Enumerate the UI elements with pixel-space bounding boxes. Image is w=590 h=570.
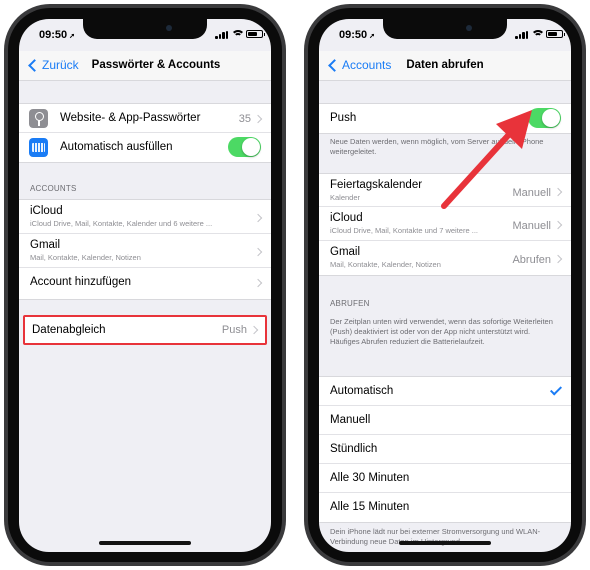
account-name: Feiertagskalender — [330, 179, 423, 191]
chevron-right-icon — [249, 325, 259, 335]
account-row-icloud[interactable]: iCloud iCloud Drive, Mail, Kontakte und … — [319, 207, 571, 241]
checkmark-icon — [549, 383, 563, 396]
home-indicator — [99, 541, 191, 545]
wifi-icon — [232, 29, 244, 39]
page-title: Passwörter & Accounts — [91, 59, 221, 71]
password-count: 35 — [238, 113, 251, 125]
fetch-mode-value: Manuell — [512, 220, 551, 232]
accounts-group: iCloud iCloud Drive, Mail, Kontakte, Kal… — [19, 199, 271, 300]
account-row-gmail[interactable]: Gmail Mail, Kontakte, Kalender, Notizen … — [319, 241, 571, 275]
push-footnote: Neue Daten werden, wenn möglich, vom Ser… — [330, 137, 544, 156]
account-row-holidays[interactable]: Feiertagskalender Kalender Manuell — [319, 174, 571, 207]
status-time: 09:50 ➚ — [39, 29, 76, 41]
fetch-section-header: ABRUFEN — [330, 299, 370, 308]
fetch-mode-value: Abrufen — [512, 254, 551, 266]
chevron-right-icon — [253, 213, 263, 223]
schedule-option-15min[interactable]: Alle 15 Minuten — [319, 493, 571, 522]
location-arrow-icon: ➚ — [69, 33, 76, 40]
schedule-group: Automatisch Manuell Stündlich Alle 30 Mi… — [319, 376, 571, 523]
signal-icon — [515, 31, 529, 39]
row-label: Automatisch ausfüllen — [60, 141, 173, 153]
option-label: Manuell — [330, 414, 371, 426]
fetch-mode-value: Manuell — [512, 187, 551, 199]
phone-left: 09:50 ➚ Zurück Passwörter & Accounts Webs… — [4, 4, 286, 566]
camera-icon — [166, 25, 172, 31]
location-arrow-icon: ➚ — [369, 33, 376, 40]
option-label: Alle 15 Minuten — [330, 501, 410, 513]
option-label: Alle 30 Minuten — [330, 472, 410, 484]
status-time: 09:50 ➚ — [339, 29, 376, 41]
schedule-option-hourly[interactable]: Stündlich — [319, 435, 571, 464]
accounts-group: Feiertagskalender Kalender Manuell iClou… — [319, 173, 571, 276]
keyboard-icon — [29, 138, 48, 157]
battery-icon — [546, 30, 565, 38]
row-label: Website- & App-Passwörter — [60, 112, 201, 124]
push-toggle[interactable] — [528, 108, 561, 128]
accounts-section-header: ACCOUNTS — [30, 184, 77, 193]
row-website-app-passwords[interactable]: Website- & App-Passwörter 35 — [19, 104, 271, 133]
schedule-option-automatic[interactable]: Automatisch — [319, 377, 571, 406]
key-icon — [29, 109, 48, 128]
signal-icon — [215, 31, 229, 39]
home-indicator — [399, 541, 491, 545]
option-label: Automatisch — [330, 385, 394, 397]
schedule-option-manual[interactable]: Manuell — [319, 406, 571, 435]
account-services: iCloud Drive, Mail, Kontakte und 7 weite… — [330, 226, 478, 235]
chevron-right-icon — [553, 254, 563, 264]
account-name: Gmail — [330, 246, 361, 258]
chevron-right-icon — [553, 187, 563, 197]
account-services: Kalender — [330, 193, 361, 202]
schedule-option-30min[interactable]: Alle 30 Minuten — [319, 464, 571, 493]
page-title: Daten abrufen — [406, 59, 484, 71]
nav-bar: Accounts Daten abrufen — [319, 51, 571, 81]
camera-icon — [466, 25, 472, 31]
screen-passwords-accounts: 09:50 ➚ Zurück Passwörter & Accounts Webs… — [19, 19, 271, 552]
account-row-icloud[interactable]: iCloud iCloud Drive, Mail, Kontakte, Kal… — [19, 200, 271, 234]
fetch-mode-value: Push — [221, 324, 247, 336]
row-autofill: Automatisch ausfüllen — [19, 133, 271, 162]
account-name: iCloud — [330, 212, 363, 224]
wifi-icon — [532, 29, 544, 39]
push-row: Push — [319, 104, 571, 133]
option-label: Stündlich — [330, 443, 378, 455]
account-name: iCloud — [30, 205, 63, 217]
account-services: Mail, Kontakte, Kalender, Notizen — [330, 260, 441, 269]
fetch-data-row-highlighted[interactable]: Datenabgleich Push — [23, 315, 267, 345]
account-row-gmail[interactable]: Gmail Mail, Kontakte, Kalender, Notizen — [19, 234, 271, 268]
account-services: iCloud Drive, Mail, Kontakte, Kalender u… — [30, 219, 213, 228]
push-group: Push — [319, 103, 571, 134]
screen-fetch-new-data: 09:50 ➚ Accounts Daten abrufen Push Neue … — [319, 19, 571, 552]
chevron-right-icon — [253, 114, 263, 124]
chevron-right-icon — [553, 220, 563, 230]
chevron-right-icon — [253, 278, 263, 288]
row-label: Account hinzufügen — [30, 276, 132, 288]
phone-right: 09:50 ➚ Accounts Daten abrufen Push Neue … — [304, 4, 586, 566]
row-label: Push — [330, 112, 357, 124]
account-name: Gmail — [30, 239, 61, 251]
row-label: Datenabgleich — [32, 324, 106, 336]
nav-bar: Zurück Passwörter & Accounts — [19, 51, 271, 81]
battery-icon — [246, 30, 265, 38]
notch — [83, 19, 207, 39]
passwords-group: Website- & App-Passwörter 35 Automatisch… — [19, 103, 271, 163]
add-account-row[interactable]: Account hinzufügen — [19, 268, 271, 299]
fetch-footnote: Der Zeitplan unten wird verwendet, wenn … — [330, 317, 553, 346]
notch — [383, 19, 507, 39]
chevron-right-icon — [253, 247, 263, 257]
autofill-toggle[interactable] — [228, 137, 261, 157]
account-services: Mail, Kontakte, Kalender, Notizen — [30, 253, 141, 262]
